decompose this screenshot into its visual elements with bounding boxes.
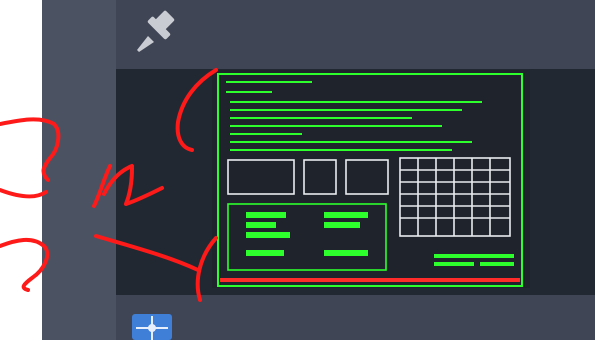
desktop-background <box>0 0 42 340</box>
lower-toolbar-band <box>116 295 595 340</box>
drawing-target-icon[interactable] <box>130 312 174 342</box>
drawing-thumbnail[interactable] <box>212 70 530 288</box>
title-block <box>220 278 520 282</box>
side-panel-strip <box>42 0 116 340</box>
pushpin-icon[interactable] <box>133 8 179 54</box>
toolbar-band <box>116 0 595 69</box>
